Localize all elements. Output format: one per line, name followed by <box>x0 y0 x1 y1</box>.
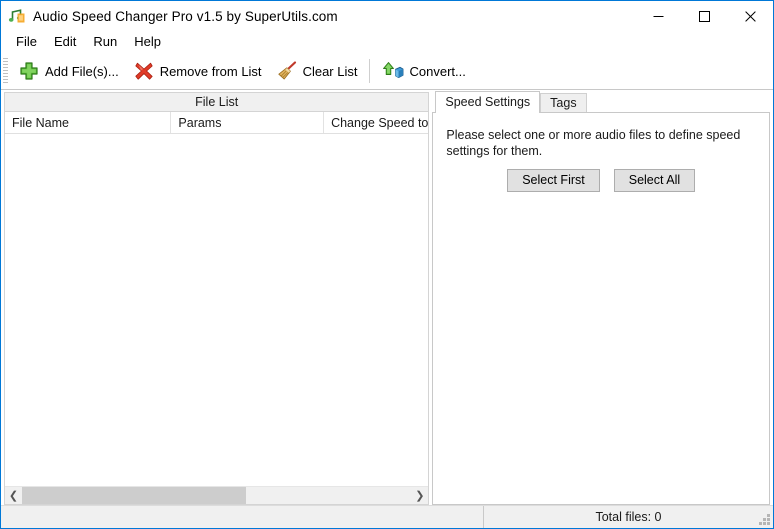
tab-tags[interactable]: Tags <box>540 93 587 113</box>
file-list-view[interactable]: File Name Params Change Speed to ❮ ❯ <box>4 111 430 505</box>
close-button[interactable] <box>727 1 773 31</box>
scrollbar-thumb[interactable] <box>22 487 246 504</box>
close-icon <box>744 10 756 22</box>
column-header-params[interactable]: Params <box>171 112 325 133</box>
file-list-pane: File List File Name Params Change Speed … <box>1 90 433 505</box>
scroll-left-arrow[interactable]: ❮ <box>5 487 22 504</box>
speed-settings-panel: Please select one or more audio files to… <box>432 112 770 505</box>
main-content: File List File Name Params Change Speed … <box>1 90 773 505</box>
toolbar: Add File(s)... Remove from List Clear Li… <box>1 53 773 90</box>
app-window: Audio Speed Changer Pro v1.5 by SuperUti… <box>0 0 774 529</box>
add-files-label: Add File(s)... <box>45 63 119 79</box>
settings-pane: Speed Settings Tags Please select one or… <box>432 90 773 505</box>
minimize-icon <box>653 15 663 17</box>
convert-label: Convert... <box>409 63 466 79</box>
column-header-file-name[interactable]: File Name <box>5 112 172 133</box>
file-list-header: File Name Params Change Speed to <box>5 112 429 134</box>
file-list-caption: File List <box>4 92 430 111</box>
selection-buttons: Select First Select All <box>446 169 756 192</box>
add-files-button[interactable]: Add File(s)... <box>12 55 127 87</box>
toolbar-grip[interactable] <box>3 58 8 84</box>
status-bar: Total files: 0 <box>1 505 773 528</box>
broom-icon <box>276 60 298 82</box>
file-list-rows[interactable] <box>5 134 429 486</box>
status-total-files: Total files: 0 <box>483 506 773 528</box>
maximize-button[interactable] <box>681 1 727 31</box>
window-title: Audio Speed Changer Pro v1.5 by SuperUti… <box>33 8 338 24</box>
remove-from-list-button[interactable]: Remove from List <box>127 55 270 87</box>
tab-speed-settings[interactable]: Speed Settings <box>435 91 541 113</box>
clear-list-button[interactable]: Clear List <box>270 55 366 87</box>
scrollbar-track[interactable] <box>22 487 411 504</box>
menu-item-edit[interactable]: Edit <box>46 32 84 52</box>
menu-item-file[interactable]: File <box>8 32 45 52</box>
remove-from-list-label: Remove from List <box>159 63 262 79</box>
column-header-change-speed-to[interactable]: Change Speed to <box>324 112 428 133</box>
horizontal-scrollbar[interactable]: ❮ ❯ <box>5 486 429 504</box>
minimize-button[interactable] <box>635 1 681 31</box>
select-all-button[interactable]: Select All <box>613 169 696 192</box>
convert-button[interactable]: Convert... <box>376 55 473 87</box>
clear-list-label: Clear List <box>302 63 358 79</box>
menu-item-help[interactable]: Help <box>126 32 169 52</box>
select-first-button[interactable]: Select First <box>507 169 600 192</box>
resize-grip[interactable] <box>758 513 770 525</box>
toolbar-separator <box>369 59 371 83</box>
plus-icon <box>18 60 40 82</box>
window-controls <box>635 1 773 31</box>
scroll-right-arrow[interactable]: ❯ <box>411 487 428 504</box>
menu-item-run[interactable]: Run <box>85 32 125 52</box>
x-mark-icon <box>133 60 155 82</box>
maximize-icon <box>698 10 710 22</box>
menu-bar: File Edit Run Help <box>1 31 773 53</box>
speed-settings-hint: Please select one or more audio files to… <box>446 128 741 158</box>
music-note-icon <box>8 7 26 25</box>
tab-strip: Speed Settings Tags <box>432 91 770 113</box>
convert-arrow-cube-icon <box>382 60 404 82</box>
title-bar: Audio Speed Changer Pro v1.5 by SuperUti… <box>1 1 773 31</box>
